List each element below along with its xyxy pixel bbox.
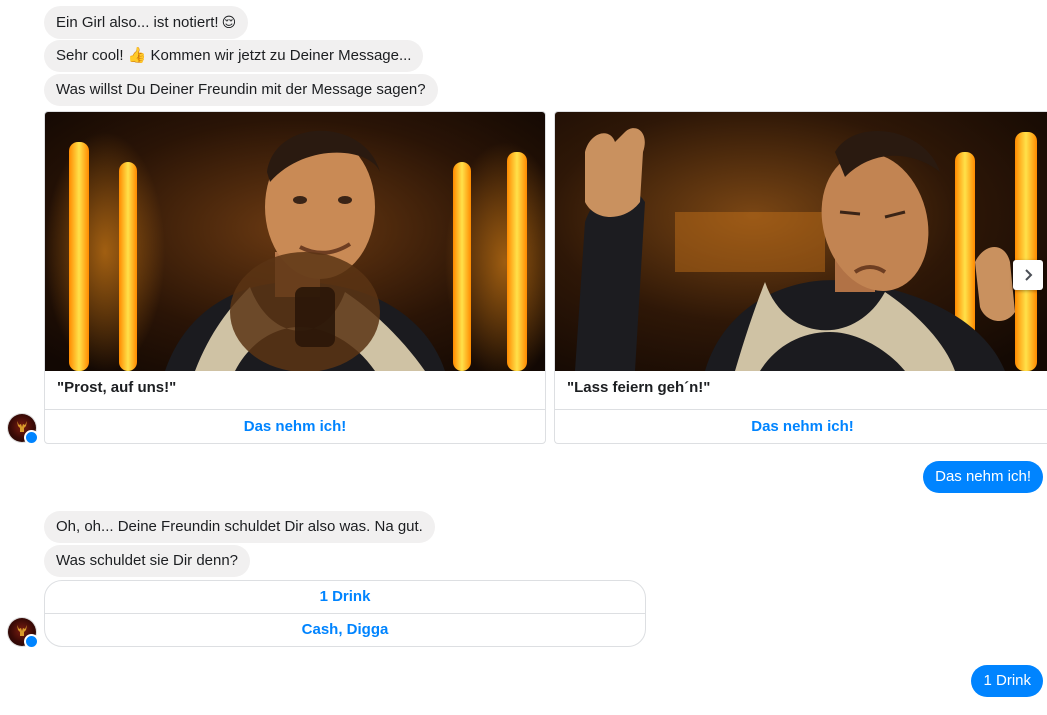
incoming-message: Oh, oh... Deine Freundin schuldet Dir al…: [44, 511, 435, 543]
carousel-card: "Lass feiern geh´n!" Das nehm ich!: [554, 111, 1047, 444]
avatar: [8, 618, 39, 649]
quick-reply-1-drink[interactable]: 1 Drink: [45, 581, 645, 613]
card-title: "Prost, auf uns!": [57, 379, 177, 396]
message-text: 1 Drink: [983, 672, 1031, 689]
incoming-message: Was willst Du Deiner Freundin mit der Me…: [44, 74, 438, 106]
quick-reply-cash-digga[interactable]: Cash, Digga: [45, 613, 645, 646]
chevron-right-icon: [1025, 269, 1033, 281]
outgoing-message: 1 Drink: [971, 665, 1043, 697]
carousel-card: "Prost, auf uns!" Das nehm ich!: [44, 111, 546, 444]
quick-replies: 1 Drink Cash, Digga: [44, 580, 646, 647]
messenger-badge-icon: [24, 634, 39, 649]
incoming-message: Was schuldet sie Dir denn?: [44, 545, 251, 577]
message-text: Sehr cool! 👍 Kommen wir jetzt zu Deiner …: [56, 47, 412, 64]
outgoing-message: Das nehm ich!: [923, 461, 1043, 493]
message-text: Ein Girl also... ist notiert!: [56, 14, 219, 31]
card-title: "Lass feiern geh´n!": [567, 379, 711, 396]
chat-thread: Ein Girl also... ist notiert! 😌 Sehr cool…: [0, 0, 1047, 715]
incoming-message: Ein Girl also... ist notiert! 😌: [44, 6, 249, 39]
message-text: Was willst Du Deiner Freundin mit der Me…: [56, 81, 426, 98]
messenger-badge-icon: [24, 430, 39, 445]
carousel-next-button[interactable]: [1013, 260, 1043, 290]
message-text: Das nehm ich!: [935, 468, 1031, 485]
incoming-message: Sehr cool! 👍 Kommen wir jetzt zu Deiner …: [44, 40, 424, 72]
relieved-face-emoji: 😌: [221, 14, 237, 30]
message-text: Oh, oh... Deine Freundin schuldet Dir al…: [56, 518, 423, 535]
card-image: [555, 112, 1047, 371]
message-text: Was schuldet sie Dir denn?: [56, 552, 239, 569]
card-image: [45, 112, 545, 371]
card-select-button[interactable]: Das nehm ich!: [45, 409, 545, 443]
avatar: [8, 414, 39, 445]
card-select-button[interactable]: Das nehm ich!: [555, 409, 1047, 443]
